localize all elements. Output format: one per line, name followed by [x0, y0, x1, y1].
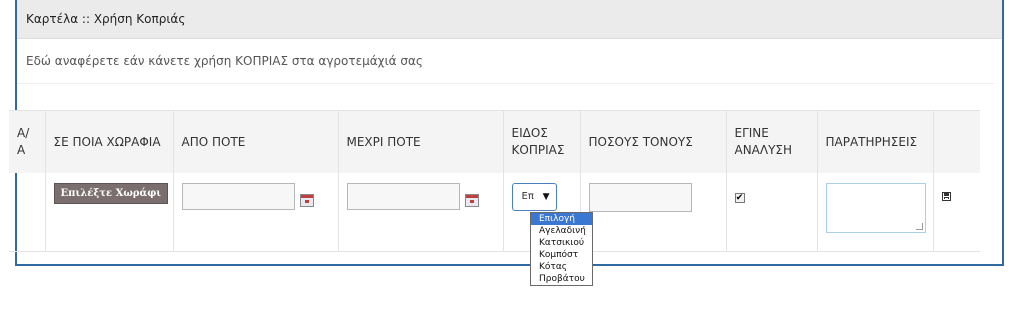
cell-from: [173, 173, 339, 252]
to-date-input[interactable]: [346, 183, 460, 210]
cell-analysis: ✔: [726, 173, 818, 252]
cell-to: [338, 173, 504, 252]
header-notes: ΠΑΡΑΤΗΡΗΣΕΙΣ: [817, 110, 934, 173]
header-analysis: ΕΓΙΝΕ ΑΝΑΛΥΣΗ: [726, 110, 818, 173]
manure-table: Α/Α ΣΕ ΠΟΙΑ ΧΩΡΑΦΙΑ ΑΠΟ ΠΟΤΕ ΜΕΧΡΙ ΠΟΤΕ …: [9, 110, 980, 252]
header-actions: [933, 110, 980, 173]
dropdown-option[interactable]: Προβάτου: [531, 273, 592, 285]
notes-textarea[interactable]: [825, 183, 926, 233]
manure-type-dropdown: Επιλογή Αγελαδινή Κατσικιού Κομπόστ Κότα…: [530, 212, 593, 286]
table-row: Επιλέξτε Χωράφι Επ ▼ ✔: [9, 173, 980, 252]
header-tons: ΠΟΣΟΥΣ ΤΟΝΟΥΣ: [580, 110, 727, 173]
panel-title: Καρτέλα :: Χρήση Κοπριάς: [17, 0, 1002, 39]
header-to: ΜΕΧΡΙ ΠΟΤΕ: [338, 110, 504, 173]
dropdown-option[interactable]: Επιλογή: [531, 213, 592, 225]
cell-actions: [933, 173, 980, 252]
save-icon[interactable]: [941, 192, 951, 201]
tons-input[interactable]: [588, 183, 692, 212]
dropdown-option[interactable]: Κότας: [531, 261, 592, 273]
cell-notes: [817, 173, 934, 252]
cell-aa: [9, 173, 46, 252]
dropdown-option[interactable]: Κομπόστ: [531, 249, 592, 261]
header-from: ΑΠΟ ΠΟΤΕ: [173, 110, 339, 173]
manure-type-selected-value: Επ: [521, 191, 534, 202]
calendar-icon[interactable]: [464, 194, 479, 207]
header-aa: Α/Α: [9, 110, 46, 173]
panel-intro: Εδώ αναφέρετε εάν κάνετε χρήση ΚΟΠΡΙΑΣ σ…: [17, 39, 994, 84]
cell-tons: [580, 173, 727, 252]
cell-field: Επιλέξτε Χωράφι: [45, 173, 174, 252]
header-type: ΕΙΔΟΣ ΚΟΠΡΙΑΣ: [503, 110, 581, 173]
calendar-icon[interactable]: [299, 194, 314, 207]
dropdown-option[interactable]: Αγελαδινή: [531, 225, 592, 237]
manure-table-wrap: Α/Α ΣΕ ΠΟΙΑ ΧΩΡΑΦΙΑ ΑΠΟ ΠΟΤΕ ΜΕΧΡΙ ΠΟΤΕ …: [9, 110, 980, 252]
choose-field-button[interactable]: Επιλέξτε Χωράφι: [53, 183, 169, 204]
header-field: ΣΕ ΠΟΙΑ ΧΩΡΑΦΙΑ: [45, 110, 174, 173]
manure-type-select[interactable]: Επ ▼: [511, 183, 557, 211]
caret-down-icon: ▼: [542, 192, 550, 202]
table-header-row: Α/Α ΣΕ ΠΟΙΑ ΧΩΡΑΦΙΑ ΑΠΟ ΠΟΤΕ ΜΕΧΡΙ ΠΟΤΕ …: [9, 110, 980, 173]
dropdown-option[interactable]: Κατσικιού: [531, 237, 592, 249]
analysis-checkbox[interactable]: ✔: [734, 193, 745, 203]
from-date-input[interactable]: [181, 183, 295, 210]
